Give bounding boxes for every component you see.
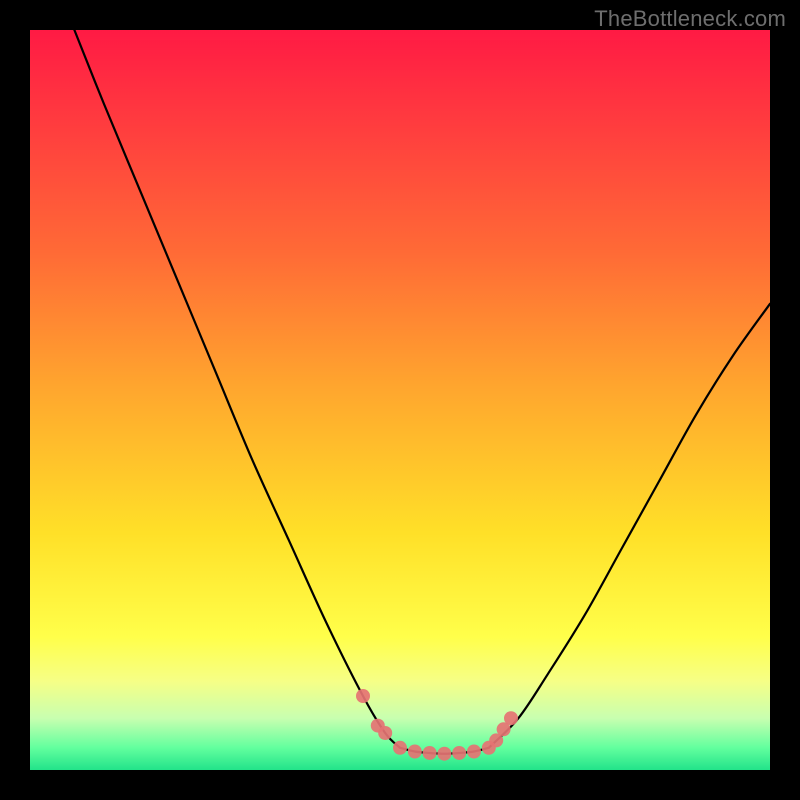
marker-point bbox=[423, 746, 437, 760]
marker-point bbox=[356, 689, 370, 703]
marker-point bbox=[408, 745, 422, 759]
watermark-text: TheBottleneck.com bbox=[594, 6, 786, 32]
marker-point bbox=[393, 741, 407, 755]
marker-group bbox=[356, 689, 518, 761]
chart-overlay bbox=[30, 30, 770, 770]
marker-point bbox=[467, 745, 481, 759]
curve-right bbox=[489, 304, 770, 748]
marker-point bbox=[452, 746, 466, 760]
curve-left bbox=[74, 30, 400, 748]
marker-point bbox=[437, 747, 451, 761]
chart-frame: TheBottleneck.com bbox=[0, 0, 800, 800]
marker-point bbox=[504, 711, 518, 725]
marker-point bbox=[378, 726, 392, 740]
